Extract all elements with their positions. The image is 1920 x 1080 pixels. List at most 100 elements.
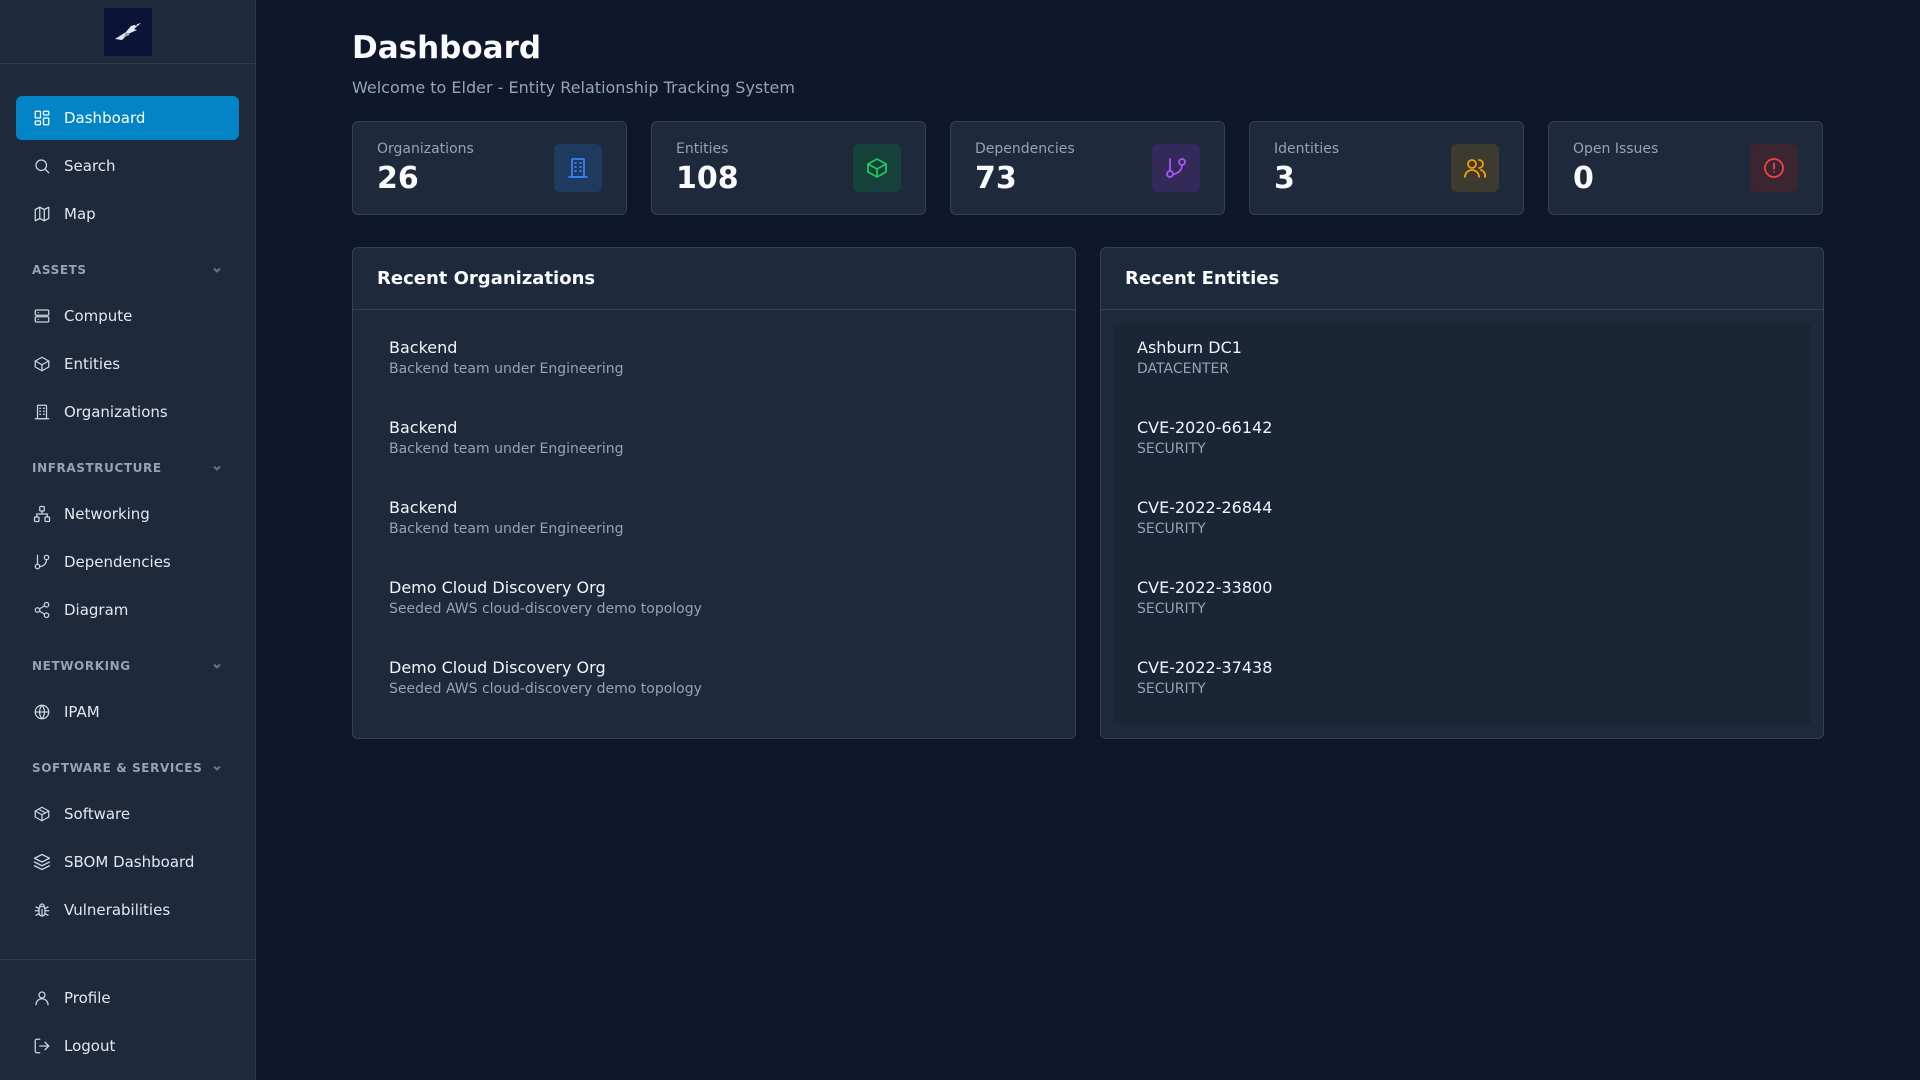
list-item[interactable]: Backend Backend team under Engineering — [365, 324, 1063, 404]
section-header-software-services[interactable]: SOFTWARE & SERVICES — [16, 748, 239, 788]
sidebar-item-vulnerabilities[interactable]: Vulnerabilities — [16, 888, 239, 932]
sidebar-item-search[interactable]: Search — [16, 144, 239, 188]
list-item[interactable]: CVE-2020-66142 SECURITY — [1113, 404, 1811, 484]
item-description: Seeded AWS cloud-discovery demo topology — [389, 601, 702, 617]
stat-value: 0 — [1573, 160, 1594, 196]
sidebar-item-networking[interactable]: Networking — [16, 492, 239, 536]
section-title: ASSETS — [32, 263, 87, 277]
recent-panels: Recent Organizations Backend Backend tea… — [352, 247, 1825, 739]
sidebar-bottom: Profile Logout — [0, 959, 255, 1080]
item-title: Ashburn DC1 — [1137, 338, 1242, 357]
logout-icon — [32, 1036, 52, 1056]
git-branch-icon — [1152, 144, 1200, 192]
box-icon — [853, 144, 901, 192]
sidebar-item-dashboard[interactable]: Dashboard — [16, 96, 239, 140]
sidebar-item-label: Logout — [64, 1037, 116, 1055]
section-title: NETWORKING — [32, 659, 131, 673]
page-subtitle: Welcome to Elder - Entity Relationship T… — [352, 78, 795, 97]
recent-entities-list: Ashburn DC1 DATACENTER CVE-2020-66142 SE… — [1101, 310, 1823, 724]
item-title: CVE-2022-37438 — [1137, 658, 1273, 677]
app-logo[interactable] — [103, 7, 152, 56]
list-item[interactable]: Ashburn DC1 DATACENTER — [1113, 324, 1811, 404]
package-icon — [32, 804, 52, 824]
stat-card-organizations[interactable]: Organizations 26 — [352, 121, 627, 215]
alert-circle-icon — [1750, 144, 1798, 192]
sidebar-item-profile[interactable]: Profile — [16, 976, 239, 1020]
item-title: Demo Cloud Discovery Org — [389, 578, 606, 597]
stat-value: 73 — [975, 160, 1017, 196]
building-icon — [32, 402, 52, 422]
sidebar-item-label: Software — [64, 805, 131, 823]
chevron-down-icon — [213, 663, 221, 669]
git-branch-icon — [32, 552, 52, 572]
section-header-networking[interactable]: NETWORKING — [16, 646, 239, 686]
list-item[interactable]: Backend Backend team under Engineering — [365, 404, 1063, 484]
panel-title: Recent Entities — [1101, 248, 1823, 310]
sidebar-item-label: SBOM Dashboard — [64, 853, 195, 871]
stat-value: 26 — [377, 160, 419, 196]
logo-area — [0, 0, 255, 64]
bug-icon — [32, 900, 52, 920]
sidebar-item-compute[interactable]: Compute — [16, 294, 239, 338]
item-title: Backend — [389, 498, 458, 517]
stat-label: Identities — [1274, 140, 1340, 157]
server-icon — [32, 306, 52, 326]
chevron-down-icon — [213, 465, 221, 471]
stat-card-dependencies[interactable]: Dependencies 73 — [950, 121, 1225, 215]
sidebar-item-label: Networking — [64, 505, 150, 523]
user-icon — [32, 988, 52, 1008]
section-header-infrastructure[interactable]: INFRASTRUCTURE — [16, 448, 239, 488]
map-icon — [32, 204, 52, 224]
main-content: Dashboard Welcome to Elder - Entity Rela… — [256, 0, 1920, 1080]
users-icon — [1451, 144, 1499, 192]
item-type: SECURITY — [1137, 601, 1206, 617]
layers-icon — [32, 852, 52, 872]
stats-row: Organizations 26 Entities 108 Dependenci… — [352, 121, 1825, 215]
sidebar-item-label: Entities — [64, 355, 121, 373]
item-description: Seeded AWS cloud-discovery demo topology — [389, 681, 702, 697]
sidebar-item-organizations[interactable]: Organizations — [16, 390, 239, 434]
sidebar-item-label: IPAM — [64, 703, 100, 721]
sidebar-item-ipam[interactable]: IPAM — [16, 690, 239, 734]
stat-label: Organizations — [377, 140, 474, 157]
list-item[interactable]: CVE-2022-37438 SECURITY — [1113, 644, 1811, 724]
sidebar-item-label: Dependencies — [64, 553, 171, 571]
bird-logo-icon — [114, 22, 141, 40]
stat-label: Entities — [676, 140, 729, 157]
sidebar: Dashboard Search Map ASSETS Compute Enti… — [0, 0, 256, 1080]
stat-label: Open Issues — [1573, 140, 1659, 157]
sidebar-item-dependencies[interactable]: Dependencies — [16, 540, 239, 584]
network-icon — [32, 504, 52, 524]
list-item[interactable]: CVE-2022-33800 SECURITY — [1113, 564, 1811, 644]
item-title: Demo Cloud Discovery Org — [389, 658, 606, 677]
sidebar-item-label: Search — [64, 157, 116, 175]
stat-card-identities[interactable]: Identities 3 — [1249, 121, 1524, 215]
stat-card-entities[interactable]: Entities 108 — [651, 121, 926, 215]
chevron-down-icon — [213, 267, 221, 273]
dashboard-icon — [32, 108, 52, 128]
share-icon — [32, 600, 52, 620]
sidebar-item-label: Dashboard — [64, 109, 146, 127]
sidebar-nav: Dashboard Search Map ASSETS Compute Enti… — [0, 64, 255, 959]
sidebar-item-label: Map — [64, 205, 96, 223]
list-item[interactable]: Demo Cloud Discovery Org Seeded AWS clou… — [365, 564, 1063, 644]
list-item[interactable]: Demo Cloud Discovery Org Seeded AWS clou… — [365, 644, 1063, 724]
item-title: Backend — [389, 338, 458, 357]
sidebar-item-software[interactable]: Software — [16, 792, 239, 836]
stat-card-open-issues[interactable]: Open Issues 0 — [1548, 121, 1823, 215]
sidebar-item-entities[interactable]: Entities — [16, 342, 239, 386]
sidebar-item-diagram[interactable]: Diagram — [16, 588, 239, 632]
recent-organizations-panel: Recent Organizations Backend Backend tea… — [352, 247, 1076, 739]
page-title: Dashboard — [352, 30, 542, 66]
item-description: Backend team under Engineering — [389, 361, 624, 377]
recent-organizations-list: Backend Backend team under Engineering B… — [353, 310, 1075, 724]
building-icon — [554, 144, 602, 192]
item-title: CVE-2022-26844 — [1137, 498, 1273, 517]
item-title: CVE-2022-33800 — [1137, 578, 1273, 597]
sidebar-item-sbom-dashboard[interactable]: SBOM Dashboard — [16, 840, 239, 884]
section-header-assets[interactable]: ASSETS — [16, 250, 239, 290]
sidebar-item-logout[interactable]: Logout — [16, 1024, 239, 1068]
list-item[interactable]: Backend Backend team under Engineering — [365, 484, 1063, 564]
list-item[interactable]: CVE-2022-26844 SECURITY — [1113, 484, 1811, 564]
sidebar-item-map[interactable]: Map — [16, 192, 239, 236]
